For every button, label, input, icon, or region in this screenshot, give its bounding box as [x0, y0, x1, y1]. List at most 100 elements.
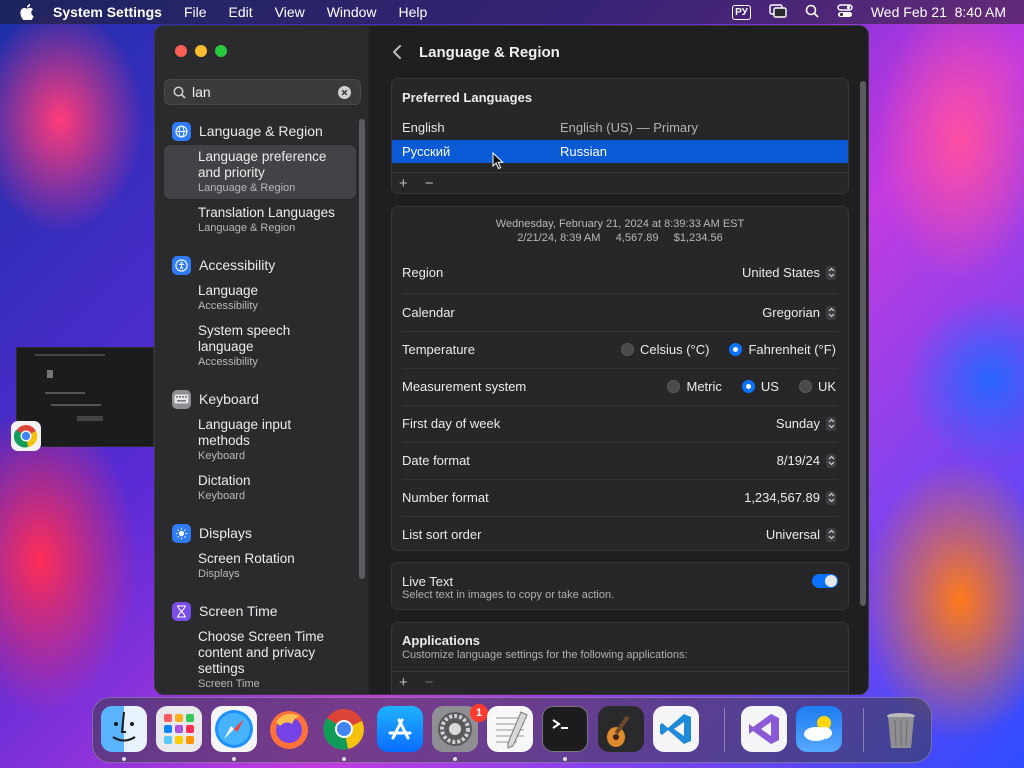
menubar-clock[interactable]: Wed Feb 21 8:40 AM — [871, 4, 1006, 20]
menu-window[interactable]: Window — [327, 4, 377, 20]
updown-chevron-icon — [826, 305, 836, 320]
region-row: Region United States — [392, 254, 848, 291]
minimize-window-button[interactable] — [195, 45, 207, 57]
region-popup[interactable]: United States — [742, 265, 836, 280]
menu-view[interactable]: View — [275, 4, 305, 20]
preferred-languages-group: Preferred Languages English English (US)… — [391, 78, 849, 194]
firefox-icon[interactable] — [266, 706, 312, 752]
measurement-us-radio[interactable]: US — [741, 379, 779, 394]
sidebar-category-accessibility[interactable]: Accessibility — [172, 253, 356, 277]
sidebar-scrollbar[interactable] — [359, 119, 365, 579]
control-center-icon[interactable] — [837, 3, 853, 21]
date-format-row: Date format 8/19/24 — [392, 442, 848, 479]
finder-icon[interactable] — [101, 706, 147, 752]
sidebar-result-dictation[interactable]: Dictation Keyboard — [164, 469, 356, 507]
sidebar-category-language-region[interactable]: Language & Region — [172, 119, 356, 143]
updown-chevron-icon — [826, 490, 836, 505]
sort-order-popup[interactable]: Universal — [766, 527, 836, 542]
input-source-indicator[interactable]: РУ — [732, 4, 751, 20]
add-language-button[interactable]: + — [399, 175, 408, 192]
menu-app-name[interactable]: System Settings — [53, 4, 162, 20]
spotlight-search-icon[interactable] — [805, 4, 819, 21]
launchpad-icon[interactable] — [156, 706, 202, 752]
measurement-row: Measurement system Metric US UK — [402, 379, 836, 394]
sun-icon — [172, 523, 191, 543]
sidebar-search[interactable] — [164, 79, 361, 105]
back-chevron-icon[interactable] — [391, 43, 405, 61]
preferred-languages-title: Preferred Languages — [402, 90, 533, 105]
menu-file[interactable]: File — [184, 4, 207, 20]
app-store-icon[interactable] — [377, 706, 423, 752]
measurement-uk-radio[interactable]: UK — [798, 379, 836, 394]
content-scrollbar[interactable] — [860, 81, 866, 606]
apple-icon[interactable] — [19, 4, 35, 20]
first-day-row: First day of week Sunday — [392, 405, 848, 442]
measurement-metric-radio[interactable]: Metric — [667, 379, 722, 394]
close-window-button[interactable] — [175, 45, 187, 57]
live-text-toggle[interactable] — [812, 574, 838, 588]
remove-language-button[interactable]: − — [425, 175, 434, 192]
format-preview: Wednesday, February 21, 2024 at 8:39:33 … — [495, 218, 745, 244]
content-pane: Language & Region Preferred Languages En… — [371, 26, 868, 694]
search-icon — [173, 86, 186, 99]
applications-title: Applications — [402, 633, 481, 648]
terminal-icon[interactable] — [542, 706, 588, 752]
sidebar-category-keyboard[interactable]: Keyboard — [172, 387, 356, 411]
sidebar-result-language-input-methods[interactable]: Language input methods Keyboard — [164, 413, 356, 467]
live-text-subtitle: Select text in images to copy or take ac… — [402, 589, 615, 601]
search-input[interactable] — [192, 84, 332, 100]
safari-icon[interactable] — [211, 706, 257, 752]
sidebar-result-screen-rotation[interactable]: Screen Rotation Displays — [164, 547, 356, 585]
chrome-dock-icon[interactable] — [321, 706, 367, 752]
menu-help[interactable]: Help — [399, 4, 428, 20]
first-day-popup[interactable]: Sunday — [776, 416, 836, 431]
search-results: Language & Region Language preference an… — [164, 119, 356, 694]
number-format-row: Number format 1,234,567.89 — [392, 479, 848, 516]
keyboard-icon — [172, 389, 191, 409]
sidebar-category-screen-time[interactable]: Screen Time — [172, 599, 356, 623]
calendar-row: Calendar Gregorian — [392, 294, 848, 331]
weather-icon[interactable] — [796, 706, 842, 752]
vscode-icon[interactable] — [653, 706, 699, 752]
menu-bar: System Settings File Edit View Window He… — [0, 0, 1024, 24]
add-application-button[interactable]: + — [399, 674, 408, 691]
date-format-popup[interactable]: 8/19/24 — [777, 453, 836, 468]
window-controls — [175, 45, 227, 57]
clear-search-icon[interactable] — [338, 86, 351, 99]
sidebar-result-language[interactable]: Language Accessibility — [164, 279, 356, 317]
settings-badge: 1 — [470, 704, 488, 722]
sort-order-row: List sort order Universal — [392, 516, 848, 550]
live-text-title: Live Text — [402, 574, 454, 589]
garageband-icon[interactable] — [598, 706, 644, 752]
live-text-group: Live Text Select text in images to copy … — [391, 562, 849, 610]
sidebar-result-system-speech-language[interactable]: System speech language Accessibility — [164, 319, 356, 373]
calendar-popup[interactable]: Gregorian — [762, 305, 836, 320]
temperature-celsius-radio[interactable]: Celsius (°C) — [620, 342, 709, 357]
zoom-window-button[interactable] — [215, 45, 227, 57]
region-format-group: Wednesday, February 21, 2024 at 8:39:33 … — [391, 206, 849, 551]
language-row-russian[interactable]: Русский Russian — [392, 140, 848, 163]
visual-studio-icon[interactable] — [741, 706, 787, 752]
temperature-fahrenheit-radio[interactable]: Fahrenheit (°F) — [729, 342, 836, 357]
sidebar-result-language-preference[interactable]: Language preference and priority Languag… — [164, 145, 356, 199]
remove-application-button[interactable]: − — [425, 674, 434, 691]
sidebar-category-displays[interactable]: Displays — [172, 521, 356, 545]
applications-group: Applications Customize language settings… — [391, 622, 849, 694]
menu-edit[interactable]: Edit — [229, 4, 253, 20]
number-format-popup[interactable]: 1,234,567.89 — [744, 490, 836, 505]
hourglass-icon — [172, 601, 191, 621]
sidebar-result-screen-time-content[interactable]: Choose Screen Time content and privacy s… — [164, 625, 356, 694]
chrome-icon[interactable] — [11, 421, 41, 451]
dock: 1 — [92, 697, 932, 763]
language-row-english[interactable]: English English (US) — Primary — [392, 116, 848, 139]
sidebar-result-translation-languages[interactable]: Translation Languages Language & Region — [164, 201, 356, 239]
trash-icon[interactable] — [878, 706, 924, 752]
mouse-cursor-icon — [492, 151, 505, 170]
updown-chevron-icon — [826, 416, 836, 431]
textedit-icon[interactable] — [487, 706, 533, 752]
applications-subtitle: Customize language settings for the foll… — [402, 649, 688, 661]
screen-mirroring-icon[interactable] — [769, 3, 787, 21]
applications-add-remove-bar: + − — [392, 671, 848, 693]
temperature-row: Temperature Celsius (°C) Fahrenheit (°F) — [402, 342, 836, 357]
accessibility-icon — [172, 255, 191, 275]
